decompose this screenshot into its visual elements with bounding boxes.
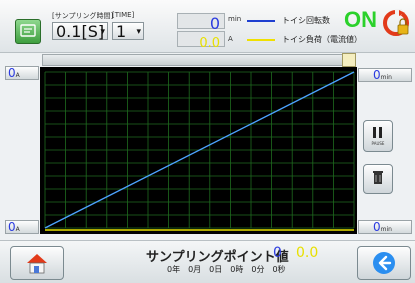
rpm-unit: min [228,15,242,23]
sampling-time-label: [サンプリング時間] [52,12,114,20]
rpm-legend-swatch [247,20,275,22]
sampling-rpm-value: 0 [273,245,282,261]
home-icon [27,254,47,274]
home-button[interactable] [10,246,64,280]
rpm-legend-label: トイシ回転数 [282,16,330,25]
time-value: 1 [116,22,127,41]
left-axis-max: 0A [5,66,39,80]
sampling-time-value: 0.1[S] [56,22,105,41]
rpm-display: 0 [177,13,225,32]
sampling-point-title: サンプリングポイント値 [146,250,289,265]
back-button[interactable] [357,246,411,280]
chevron-down-icon: ▾ [136,27,141,37]
chevron-down-icon: ▾ [100,27,105,37]
screen: [サンプリング時間] [TIME] 0.1[S] ▾ 1 ▾ 0 min 0.0… [0,0,415,283]
right-axis-max: 0min [358,68,412,82]
time-select[interactable]: 1 ▾ [112,22,144,41]
sampling-time-select[interactable]: 0.1[S] ▾ [52,22,108,41]
pause-button[interactable]: PAUSE [363,120,393,152]
settings-button[interactable] [15,19,41,44]
footer-bar: サンプリングポイント値 0 0.0 0年 0月 0日 0時 0分 0秒 [0,240,415,283]
pause-label: PAUSE [371,141,385,146]
operator-icon[interactable] [381,8,411,42]
current-legend-label: トイシ負荷（電流値） [282,35,362,44]
current-display: 0.0 [177,31,225,51]
arrow-left-icon [373,252,395,274]
record-icon [20,24,36,37]
trash-icon [373,171,383,184]
time-scroll-bar[interactable] [42,54,356,66]
time-label: [TIME] [112,11,135,19]
current-legend-swatch [247,39,275,41]
trend-chart-svg [44,71,355,231]
status-on-label: ON [344,7,377,32]
scroll-handle[interactable] [342,53,356,67]
header-bar: [サンプリング時間] [TIME] 0.1[S] ▾ 1 ▾ 0 min 0.0… [0,0,415,53]
pause-icon [373,127,376,138]
current-value: 0.0 [199,36,220,51]
delete-button[interactable] [363,164,393,194]
current-unit: A [228,35,233,43]
left-axis-min: 0A [5,220,39,234]
right-axis-min: 0min [358,220,412,234]
trend-chart [40,67,357,234]
sampling-current-value: 0.0 [296,245,319,261]
sampling-timestamp: 0年 0月 0日 0時 0分 0秒 [167,265,286,274]
